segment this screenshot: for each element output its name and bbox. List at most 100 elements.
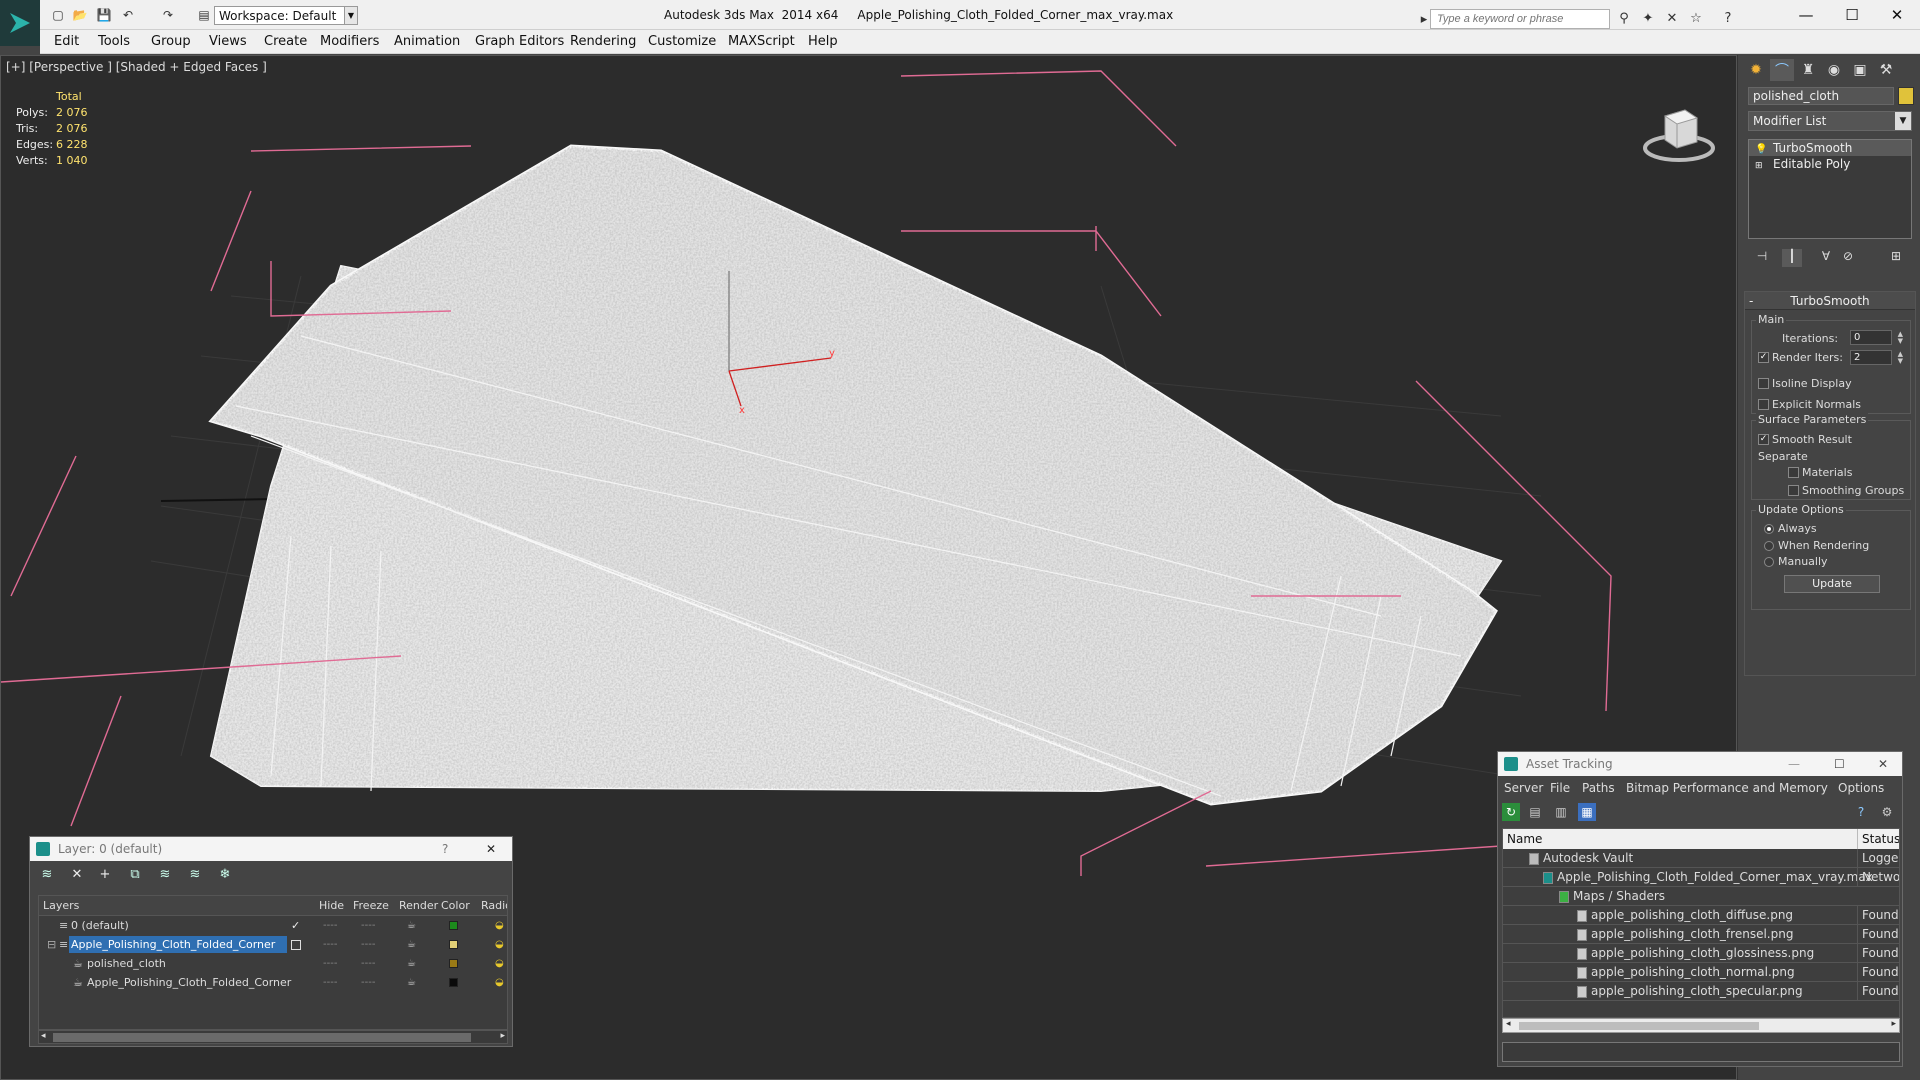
- hide-toggle[interactable]: ----: [323, 973, 337, 992]
- manually-radio[interactable]: [1764, 557, 1774, 567]
- column-layers[interactable]: Layers: [43, 899, 79, 912]
- menu-tools[interactable]: Tools: [98, 34, 130, 49]
- viewcube-icon[interactable]: [1639, 86, 1719, 176]
- display-tab-icon[interactable]: ▣: [1848, 59, 1872, 81]
- menu-group[interactable]: Group: [151, 34, 191, 49]
- maximize-button[interactable]: ☐: [1834, 752, 1845, 776]
- menu-modifiers[interactable]: Modifiers: [320, 34, 379, 49]
- object-row[interactable]: ☕ Apple_Polishing_Cloth_Folded_Corner --…: [39, 973, 507, 992]
- menu-bitmap-performance[interactable]: Bitmap Performance and Memory: [1626, 781, 1828, 795]
- stack-item-turbosmooth[interactable]: 💡 TurboSmooth: [1749, 140, 1911, 156]
- always-radio[interactable]: [1764, 524, 1774, 534]
- update-button[interactable]: Update: [1784, 575, 1880, 593]
- explicit-normals-checkbox[interactable]: [1758, 399, 1769, 410]
- minimize-button[interactable]: —: [1783, 0, 1829, 30]
- expand-plus-icon[interactable]: ⊞: [1755, 158, 1763, 174]
- render-iters-spinner[interactable]: 2 ▲ ▼: [1850, 350, 1903, 365]
- asset-row[interactable]: apple_polishing_cloth_specular.png Found: [1503, 982, 1899, 1001]
- object-color-swatch[interactable]: [449, 959, 458, 968]
- stack-item-editable-poly[interactable]: ⊞ Editable Poly: [1749, 156, 1911, 172]
- menu-create[interactable]: Create: [264, 34, 307, 49]
- asset-row[interactable]: Autodesk Vault Logged: [1503, 849, 1899, 868]
- freeze-toggle[interactable]: ----: [361, 954, 375, 973]
- layer-color-swatch[interactable]: [449, 921, 458, 930]
- spinner-arrows-icon[interactable]: ▲ ▼: [1898, 351, 1903, 365]
- hide-all-layers-icon[interactable]: ≋: [186, 867, 204, 883]
- menu-rendering[interactable]: Rendering: [570, 34, 636, 49]
- column-color[interactable]: Color: [441, 899, 470, 912]
- menu-graph-editors[interactable]: Graph Editors: [475, 34, 564, 49]
- configure-sets-icon[interactable]: ⊞: [1886, 249, 1906, 267]
- scroll-right-icon[interactable]: ▸: [500, 1031, 505, 1041]
- help-icon[interactable]: ?: [1852, 803, 1870, 821]
- asset-row[interactable]: apple_polishing_cloth_frensel.png Found: [1503, 925, 1899, 944]
- scrollbar-thumb[interactable]: [1519, 1022, 1759, 1030]
- horizontal-scrollbar[interactable]: ◂ ▸: [38, 1030, 508, 1044]
- menu-edit[interactable]: Edit: [54, 34, 79, 49]
- layer-row[interactable]: ⊟ ≡ Apple_Polishing_Cloth_Folded_Corner …: [39, 935, 507, 954]
- delete-layer-icon[interactable]: ✕: [68, 867, 86, 883]
- list-view-icon[interactable]: ▤: [1526, 803, 1544, 821]
- workspace-options-icon[interactable]: ▼: [344, 6, 358, 25]
- select-objects-icon[interactable]: ⧉: [126, 867, 144, 883]
- object-row[interactable]: ☕ polished_cloth ---- ---- ☕ ◒: [39, 954, 507, 973]
- hide-toggle[interactable]: ----: [323, 935, 337, 954]
- menu-server[interactable]: Server: [1504, 781, 1543, 795]
- object-color-swatch[interactable]: [449, 978, 458, 987]
- minimize-button[interactable]: —: [1788, 752, 1800, 776]
- menu-animation[interactable]: Animation: [394, 34, 460, 49]
- column-hide[interactable]: Hide: [319, 899, 344, 912]
- smooth-result-checkbox[interactable]: ✓: [1758, 434, 1769, 445]
- asset-row[interactable]: Maps / Shaders: [1503, 887, 1899, 906]
- workspace-dropdown[interactable]: Workspace: Default ▾: [214, 6, 358, 25]
- create-layer-icon[interactable]: ≋: [38, 867, 56, 883]
- when-rendering-radio[interactable]: [1764, 541, 1774, 551]
- asset-dialog-titlebar[interactable]: Asset Tracking — ☐ ✕: [1498, 752, 1902, 776]
- favorites-star-icon[interactable]: ☆: [1688, 11, 1704, 27]
- render-teapot-icon[interactable]: ☕: [407, 935, 416, 954]
- binoculars-icon[interactable]: ⚲: [1616, 11, 1632, 27]
- active-layer-box[interactable]: [291, 940, 301, 950]
- viewport-label[interactable]: [+] [Perspective ] [Shaded + Edged Faces…: [6, 60, 267, 74]
- menu-help[interactable]: Help: [808, 34, 838, 49]
- column-name[interactable]: Name: [1507, 829, 1542, 849]
- freeze-toggle[interactable]: ----: [361, 935, 375, 954]
- menu-views[interactable]: Views: [209, 34, 247, 49]
- render-teapot-icon[interactable]: ☕: [407, 973, 416, 992]
- hide-toggle[interactable]: ----: [323, 954, 337, 973]
- render-teapot-icon[interactable]: ☕: [407, 954, 416, 973]
- remove-modifier-icon[interactable]: ⊘: [1838, 249, 1858, 267]
- scroll-right-icon[interactable]: ▸: [1891, 1019, 1896, 1029]
- radiosity-icon[interactable]: ◒: [495, 954, 504, 973]
- active-layer-check-icon[interactable]: ✓: [291, 916, 300, 935]
- menu-file[interactable]: File: [1550, 781, 1570, 795]
- scroll-left-icon[interactable]: ◂: [1506, 1019, 1511, 1029]
- column-render[interactable]: Render: [399, 899, 438, 912]
- save-file-icon[interactable]: 💾: [96, 8, 112, 22]
- new-file-icon[interactable]: ▢: [50, 8, 66, 22]
- highlight-layer-icon[interactable]: ≋: [156, 867, 174, 883]
- modify-tab-icon[interactable]: ⌒: [1770, 59, 1794, 81]
- menu-maxscript[interactable]: MAXScript: [728, 34, 795, 49]
- hierarchy-tab-icon[interactable]: ♜: [1796, 59, 1820, 81]
- render-teapot-icon[interactable]: ☕: [407, 916, 416, 935]
- spinner-arrows-icon[interactable]: ▲ ▼: [1898, 331, 1903, 345]
- menu-paths[interactable]: Paths: [1582, 781, 1615, 795]
- project-folder-icon[interactable]: ▤: [196, 8, 212, 22]
- asset-row[interactable]: apple_polishing_cloth_diffuse.png Found: [1503, 906, 1899, 925]
- render-iters-checkbox[interactable]: ✓: [1758, 352, 1769, 363]
- show-end-result-icon[interactable]: ┃: [1782, 249, 1802, 267]
- freeze-all-layers-icon[interactable]: ❄: [216, 867, 234, 883]
- object-color-swatch[interactable]: [1898, 87, 1914, 105]
- layer-color-swatch[interactable]: [449, 940, 458, 949]
- add-to-layer-icon[interactable]: +: [96, 867, 114, 883]
- close-button[interactable]: ✕: [1878, 752, 1888, 776]
- scrollbar-thumb[interactable]: [53, 1033, 471, 1042]
- collapse-icon[interactable]: ⊟: [47, 935, 56, 954]
- app-menu-button[interactable]: [0, 0, 40, 46]
- detail-view-icon[interactable]: ▥: [1552, 803, 1570, 821]
- utilities-tab-icon[interactable]: ⚒: [1874, 59, 1898, 81]
- undo-icon[interactable]: ↶: [120, 8, 136, 22]
- layer-row[interactable]: ≡ 0 (default) ✓ ---- ---- ☕ ◒: [39, 916, 507, 935]
- create-tab-icon[interactable]: ✹: [1744, 59, 1768, 81]
